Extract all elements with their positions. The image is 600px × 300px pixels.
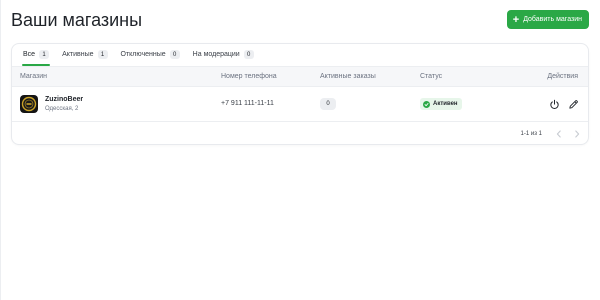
table-header: Магазин Номер телефона Активные заказы С… (12, 66, 588, 87)
tab-disabled-count: 0 (169, 50, 180, 59)
active-orders-badge: 0 (320, 98, 336, 110)
status-label: Активен (433, 101, 458, 107)
add-store-button[interactable]: + Добавить магазин (506, 10, 589, 29)
tab-moderation-count: 0 (243, 50, 254, 59)
store-logo (20, 95, 38, 113)
tab-all-count: 1 (39, 50, 50, 59)
check-circle-icon (423, 100, 430, 108)
tab-moderation-label: На модерации (192, 51, 240, 58)
tab-all[interactable]: Все 1 (22, 44, 51, 66)
tab-disabled-label: Отключенные (120, 51, 166, 58)
tab-active-label: Активные (62, 51, 94, 58)
column-store: Магазин (20, 73, 48, 80)
add-store-label: Добавить магазин (523, 16, 582, 23)
column-status: Статус (420, 73, 443, 80)
plus-icon: + (512, 13, 520, 26)
store-phone: +7 911 111-11-11 (221, 100, 274, 107)
table-row[interactable]: ZuzinoBeer Одесская, 2 +7 911 111-11-11 … (12, 87, 588, 122)
tab-active-count: 1 (97, 50, 108, 59)
status-tabs: Все 1 Активные 1 Отключенные 0 На модера… (12, 44, 588, 66)
tab-all-label: Все (23, 51, 36, 58)
column-active-orders: Активные заказы (320, 73, 376, 80)
tab-disabled[interactable]: Отключенные 0 (120, 44, 181, 65)
pagination-range: 1-1 из 1 (520, 131, 542, 137)
chevron-right-icon[interactable] (572, 129, 582, 139)
tab-moderation[interactable]: На модерации 0 (192, 44, 255, 65)
column-actions: Действия (547, 73, 578, 80)
tab-active[interactable]: Активные 1 (61, 44, 108, 65)
page-left-border (0, 0, 1, 300)
power-icon[interactable] (549, 99, 560, 110)
store-address: Одесская, 2 (45, 106, 79, 112)
page-title: Ваши магазины (11, 10, 143, 30)
pagination: 1-1 из 1 (12, 123, 588, 145)
chevron-left-icon[interactable] (554, 129, 564, 139)
status-badge: Активен (420, 98, 462, 110)
store-name[interactable]: ZuzinoBeer (45, 96, 83, 103)
column-phone: Номер телефона (221, 73, 277, 80)
stores-card: Все 1 Активные 1 Отключенные 0 На модера… (11, 43, 589, 145)
pencil-icon[interactable] (568, 99, 579, 110)
